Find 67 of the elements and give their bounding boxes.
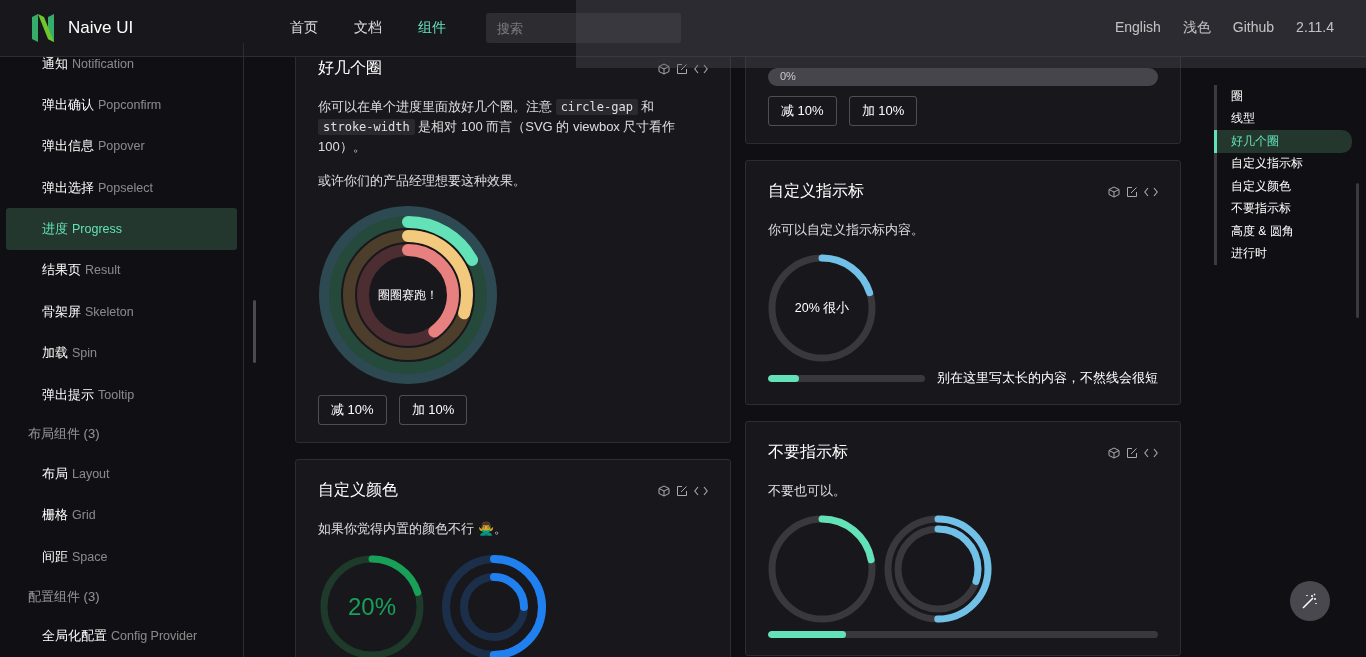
anchor-link[interactable]: 进行时 [1214,242,1352,265]
step-button[interactable]: 减 10% [768,96,837,126]
edit-icon[interactable] [676,62,688,75]
percent-label: 0% [780,70,796,82]
anchor-link[interactable]: 圈 [1214,85,1352,108]
anchor-link[interactable]: 不要指示标 [1214,197,1352,220]
code-icon[interactable] [694,485,708,496]
menu-item[interactable]: 弹出提示 Tooltip [6,373,237,416]
magic-wand-icon [1301,592,1319,610]
search-field[interactable]: 搜索 [486,13,681,43]
menu-item[interactable]: 骨架屏 Skeleton [6,291,237,333]
anchor-link[interactable]: 线型 [1214,107,1352,130]
menu-item[interactable]: 弹出信息 Popover [6,125,237,168]
menu-item[interactable]: 间距 Space [6,536,237,578]
description-text: 不要也可以。 [768,482,847,500]
menu-item[interactable]: 布局 Layout [6,453,237,495]
indicator-label: 20% 很小 [793,300,851,317]
description-text: 你可以在单个进度里面放好几个圈。注意 circle-gap 和 stroke-width 是相对 100 而言（SVG 的 viewbox 尺寸看作 100）。 [318,98,677,156]
logo-icon[interactable] [30,13,56,43]
anchor-link[interactable]: 自定义颜色 [1214,175,1352,198]
indicator-label: 别在这里写太长的内容，不然线会很短 [937,370,1158,387]
menu-item[interactable]: 弹出确认 Popconfirm [6,84,237,126]
edit-icon[interactable] [1126,446,1138,459]
card-title: 好几个圈 [318,58,382,78]
edit-icon[interactable] [676,484,688,497]
cube-icon[interactable] [1108,446,1120,459]
edit-icon[interactable] [1126,185,1138,198]
cube-icon[interactable] [658,484,670,497]
menu-item[interactable]: 进度 Progress [6,208,237,250]
code-icon[interactable] [694,63,708,74]
menu-item[interactable]: 通知 Notification [6,43,237,85]
card-title: 不要指示标 [768,442,848,462]
description-text: 你可以自定义指示标内容。 [768,221,925,239]
percent-label: 20% [348,593,396,621]
menu-group-label: 布局组件 (3) [27,425,101,444]
cube-icon[interactable] [658,62,670,75]
card-title: 自定义指示标 [768,181,864,201]
header-link[interactable]: 浅色 [1182,19,1211,37]
anchor-link[interactable]: 高度 & 圆角 [1214,220,1352,243]
step-button[interactable]: 加 10% [848,96,918,126]
logo-text[interactable]: Naive UI [68,18,134,38]
menu-item[interactable]: 结果页 Result [6,249,237,292]
cube-icon[interactable] [1108,185,1120,198]
description-text: 或许你们的产品经理想要这种效果。 [318,172,527,190]
anchor-link[interactable]: 好几个圈 [1214,130,1352,153]
menu-item[interactable]: 栅格 Grid [6,494,237,537]
card-title: 自定义颜色 [318,480,398,500]
description-text: 如果你觉得内置的颜色不行 🙅‍♂。 [318,520,508,538]
code-icon[interactable] [1144,186,1158,197]
header-link[interactable]: Github [1232,19,1275,37]
header-link[interactable]: 2.11.4 [1296,19,1334,37]
header-link[interactable]: English [1114,19,1161,37]
nav-link[interactable]: 文档 [354,19,382,37]
anchor-link[interactable]: 自定义指示标 [1214,152,1352,175]
menu-item[interactable]: 全局化配置 Config Provider [6,615,237,657]
step-button[interactable]: 加 10% [398,395,468,425]
menu-item[interactable]: 加载 Spin [6,332,237,374]
menu-group-label: 配置组件 (3) [27,587,101,606]
scrollbar-thumb[interactable] [1356,183,1359,318]
circle-label: 圈圈赛跑！ [378,286,438,304]
nav-link[interactable]: 首页 [290,19,318,37]
magic-wand-button[interactable] [1290,581,1330,621]
code-icon[interactable] [1144,447,1158,458]
nav-link[interactable]: 组件 [418,19,446,37]
step-button[interactable]: 减 10% [318,395,387,425]
menu-item[interactable]: 弹出选择 Popselect [6,167,237,209]
scrollbar-thumb[interactable] [253,300,256,363]
